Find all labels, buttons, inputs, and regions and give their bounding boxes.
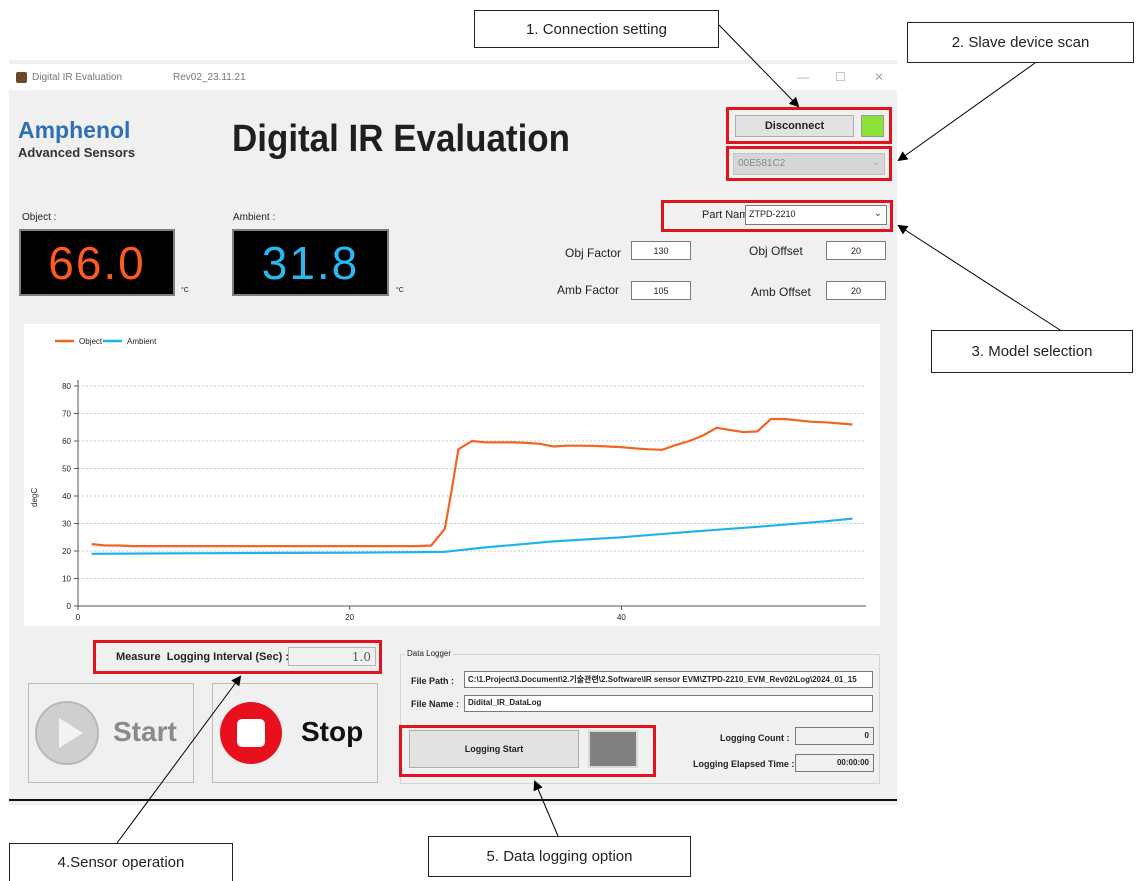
object-value: 66.0 [48,236,146,289]
temperature-chart-panel: 0 10 20 30 40 50 60 70 80 0 20 40 Object Ambient de… [24,324,880,626]
callout-data-logging-option: 5. Data logging option [428,836,691,877]
interval-value: 1.0 [351,650,371,664]
x-tick-label: 20 [345,613,354,622]
window-title: Digital IR Evaluation [32,72,123,83]
stop-label: Stop [301,716,364,747]
file-name-label: File Name : [411,699,460,709]
x-tick-label: 40 [617,613,626,622]
legend-object-label: Object [79,337,103,346]
title-bar [9,64,897,90]
series-line-object [91,417,853,548]
object-unit: °C [181,287,189,294]
y-tick-label: 30 [62,520,71,529]
y-tick-label: 20 [62,547,71,556]
interval-label: Measure Logging Interval (Sec) : [116,651,289,663]
callout-connection-setting: 1. Connection setting [474,10,719,48]
logging-elapsed-value: 00:00:00 [836,758,869,767]
maximize-button[interactable]: ☐ [835,70,846,84]
ambient-label: Ambient : [233,212,276,223]
callout-model-selection: 3. Model selection [931,330,1133,373]
y-tick-label: 60 [62,437,71,446]
logo-subtitle: Advanced Sensors [18,145,136,160]
y-axis-label: degC [30,488,39,507]
logging-count-value: 0 [864,731,869,740]
logging-count-label: Logging Count : [720,733,790,743]
app-icon [16,72,27,83]
x-tick-label: 0 [76,613,81,622]
stop-icon [220,702,282,764]
minimize-button[interactable]: — [797,70,809,84]
part-name-value: ZTPD-2210 [749,209,796,219]
logging-status-indicator [588,730,638,768]
logging-elapsed-field: 00:00:00 [795,754,874,772]
logo-amphenol: Amphenol [18,117,131,143]
callout-sensor-operation: 4.Sensor operation [9,843,233,881]
close-button[interactable]: ✕ [874,70,884,84]
window-version: Rev02_23.11.21 [173,72,246,83]
start-button[interactable]: Start [28,683,194,783]
y-tick-label: 0 [67,602,72,611]
stop-button[interactable]: Stop [212,683,378,783]
slave-device-value: 00E581C2 [738,158,786,169]
chevron-down-icon: ⌄ [871,157,880,168]
amb-factor-input[interactable]: 105 [631,281,691,300]
chevron-down-icon: ⌄ [873,208,882,219]
amb-offset-input[interactable]: 20 [826,281,886,300]
window-bottom-edge [9,799,897,801]
object-display: 66.0 [19,229,175,296]
file-name-value: Didital_IR_DataLog [468,698,542,707]
logging-elapsed-label: Logging Elapsed Time : [693,759,795,769]
arrow-model [897,224,1061,331]
play-icon [35,701,99,765]
legend-ambient-label: Ambient [127,337,157,346]
y-tick-label: 70 [62,410,71,419]
data-logger-label: Data Logger [405,649,454,658]
temperature-chart: 0 10 20 30 40 50 60 70 80 0 20 40 Object Ambient de… [30,337,866,622]
start-label: Start [113,716,177,747]
obj-factor-label: Obj Factor [565,246,622,260]
connection-status-indicator [861,115,884,137]
disconnect-button[interactable]: Disconnect [735,115,854,137]
file-name-input[interactable]: Didital_IR_DataLog [464,695,873,712]
arrow-slave-device [897,62,1036,162]
interval-input[interactable]: 1.0 [288,647,376,666]
amb-factor-label: Amb Factor [557,283,620,297]
obj-factor-input[interactable]: 130 [631,241,691,260]
slave-device-select[interactable]: 00E581C2 ⌄ [733,153,885,175]
obj-offset-input[interactable]: 20 [826,241,886,260]
obj-offset-label: Obj Offset [749,244,803,258]
logging-count-field: 0 [795,727,874,745]
ambient-value: 31.8 [261,236,360,289]
callout-slave-device-scan: 2. Slave device scan [907,22,1134,63]
ambient-unit: °C [396,287,404,294]
y-tick-label: 40 [62,492,71,501]
ambient-display: 31.8 [232,229,389,296]
object-label: Object : [22,212,57,223]
part-name-select[interactable]: ZTPD-2210 ⌄ [745,205,887,225]
file-path-label: File Path : [411,676,455,686]
y-tick-label: 50 [62,465,71,474]
file-path-input[interactable]: C:\1.Project\3.Document\2.기술관련\2.Softwar… [464,671,873,688]
y-tick-label: 10 [62,575,71,584]
app-title: Digital IR Evaluation [232,118,570,160]
y-tick-label: 80 [62,382,71,391]
logging-start-button[interactable]: Logging Start [409,730,579,768]
amb-offset-label: Amb Offset [751,285,811,299]
file-path-value: C:\1.Project\3.Document\2.기술관련\2.Softwar… [468,675,857,684]
